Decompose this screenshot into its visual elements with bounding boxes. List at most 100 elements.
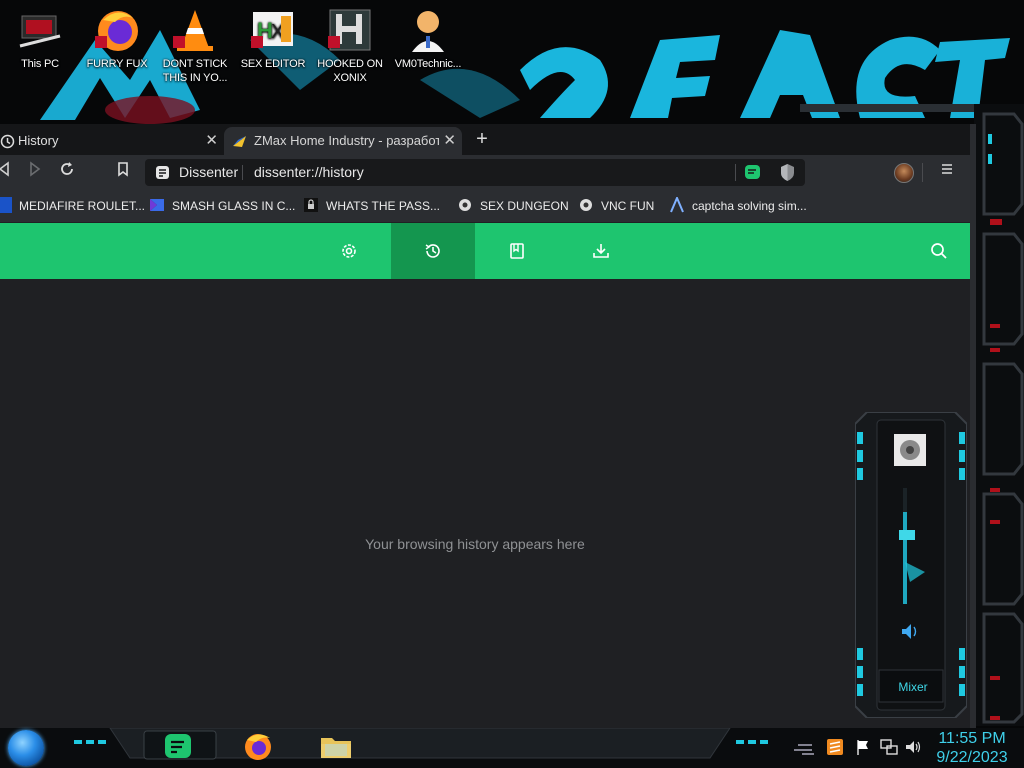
hxd-editor-icon: HX (249, 6, 297, 54)
desktop-icon-label: HOOKED ON XONIX (317, 58, 383, 84)
clock-date: 9/22/2023 (936, 749, 1008, 766)
dissenter-toolbar (0, 223, 970, 279)
desktop-icon-label: This PC (21, 58, 59, 70)
bookmark-label: WHATS THE PASS... (326, 199, 441, 213)
empty-history-message: Your browsing history appears here (365, 536, 585, 552)
profile-avatar[interactable] (894, 163, 914, 183)
forward-arrow-icon (30, 161, 41, 177)
address-divider (735, 164, 736, 181)
show-hidden-icons-icon[interactable] (792, 738, 816, 756)
folder-icon (321, 738, 351, 758)
computer-icon (16, 6, 64, 54)
site-info-icon (156, 166, 169, 179)
bookmark-item[interactable]: SEX DUNGEON (457, 196, 569, 216)
bookmark-label: captcha solving sim... (692, 199, 807, 213)
desktop-icon-sex-editor[interactable]: HX SEX EDITOR (235, 6, 311, 71)
taskbar-explorer-button[interactable] (318, 730, 354, 762)
doctor-avatar-icon (404, 6, 452, 54)
address-bar[interactable]: Dissenter dissenter://history (145, 159, 805, 186)
sublime-text-icon[interactable] (826, 738, 844, 756)
bookmark-item[interactable]: captcha solving sim... (669, 195, 807, 216)
tab-title: ZMax Home Industry - разработк (254, 133, 447, 148)
bookmark-label: MEDIAFIRE ROULET... (19, 199, 146, 213)
history-content: Your browsing history appears here (0, 279, 970, 728)
downloads-icon (593, 244, 609, 258)
back-button[interactable] (0, 161, 16, 183)
desktop-icon-label: FURRY FUX (86, 58, 148, 70)
dissenter-comment-icon[interactable] (744, 164, 761, 181)
mixer-button[interactable]: Mixer (892, 674, 934, 700)
desktop-icon-label: SEX EDITOR (240, 58, 306, 70)
gear-robot-icon (578, 197, 594, 213)
firefox-icon (93, 6, 141, 54)
mediafire-icon (0, 197, 12, 213)
speaker-mute-button[interactable] (898, 622, 922, 644)
settings-icon (342, 244, 356, 258)
navigation-bar: Dissenter dissenter://history (0, 155, 970, 190)
bookmark-label: SEX DUNGEON (480, 199, 569, 213)
address-divider (242, 165, 243, 180)
menu-button[interactable] (935, 161, 959, 183)
tab-strip: History ✕ ZMax Home Industry - разработк… (0, 124, 970, 155)
desktop-icon-label: VM0Technic... (394, 58, 462, 70)
firefox-icon (245, 734, 271, 760)
bookmark-label: VNC FUN (601, 199, 655, 213)
reload-button[interactable] (55, 161, 79, 183)
start-button[interactable] (8, 730, 44, 766)
taskbar-firefox-button[interactable] (240, 730, 276, 762)
new-tab-button[interactable]: + (470, 128, 494, 152)
power-automate-icon (149, 197, 165, 213)
tab-history[interactable]: History ✕ (0, 127, 224, 155)
clock-time: 11:55 PM (938, 730, 1006, 747)
lock-page-icon (303, 197, 319, 213)
forward-button[interactable] (22, 161, 46, 183)
desktop-icon-vlc[interactable]: DONT STICK THIS IN YO... (157, 6, 233, 85)
bookmark-label: SMASH GLASS IN C... (172, 199, 296, 213)
zmax-favicon-icon (233, 136, 246, 147)
hamburger-menu-icon (942, 164, 952, 174)
reload-icon (61, 162, 73, 175)
tab-zmax[interactable]: ZMax Home Industry - разработк ✕ (224, 127, 462, 155)
settings-button[interactable] (307, 223, 391, 279)
site-name: Dissenter (179, 164, 239, 180)
xonix-game-icon (326, 6, 374, 54)
url-text: dissenter://history (254, 164, 364, 180)
close-tab-icon[interactable]: ✕ (439, 127, 456, 155)
bookmarks-button[interactable] (475, 223, 559, 279)
bookmarks-icon (510, 243, 524, 259)
desktop-icon-furry-fux[interactable]: FURRY FUX (79, 6, 155, 71)
desktop-icon-vm0technic[interactable]: VM0Technic... (390, 6, 466, 71)
history-icon (425, 244, 440, 258)
taskbar-dissenter-button[interactable] (162, 732, 194, 760)
bookmark-page-button[interactable] (111, 161, 135, 183)
history-clock-icon (0, 134, 15, 149)
shield-icon[interactable] (779, 163, 796, 182)
downloads-button[interactable] (559, 223, 643, 279)
bookmark-item[interactable]: MEDIAFIRE ROULET... (0, 196, 145, 216)
action-center-flag-icon[interactable] (855, 738, 871, 756)
desktop-icon-xonix[interactable]: HOOKED ON XONIX (312, 6, 388, 85)
network-icon[interactable] (880, 738, 898, 756)
tab-title: History (18, 133, 59, 148)
gear-robot-icon (457, 197, 473, 213)
bookmark-item[interactable]: WHATS THE PASS... (303, 196, 440, 216)
volume-icon[interactable] (904, 738, 922, 756)
bookmark-item[interactable]: VNC FUN (578, 196, 654, 216)
browser-window: History ✕ ZMax Home Industry - разработк… (0, 124, 976, 728)
taskbar-clock[interactable]: 11:55 PM 9/22/2023 (928, 729, 1016, 767)
desktop-side-frame (974, 104, 1024, 726)
vlc-cone-icon (171, 6, 219, 54)
history-button[interactable] (391, 223, 475, 279)
close-tab-icon[interactable]: ✕ (205, 127, 218, 155)
lambda-icon (669, 195, 685, 213)
desktop-icon-this-pc[interactable]: This PC (2, 6, 78, 71)
bookmarks-bar: MEDIAFIRE ROULET... SMASH GLASS IN C... … (0, 190, 970, 222)
dissenter-icon (165, 734, 191, 758)
toolbar-divider (922, 163, 923, 182)
master-volume-slider[interactable] (895, 488, 925, 604)
desktop-icon-label: DONT STICK THIS IN YO... (162, 58, 228, 84)
search-icon (931, 243, 947, 259)
search-button[interactable] (897, 223, 957, 279)
bookmark-item[interactable]: SMASH GLASS IN C... (149, 196, 295, 216)
bookmark-icon (118, 162, 128, 177)
